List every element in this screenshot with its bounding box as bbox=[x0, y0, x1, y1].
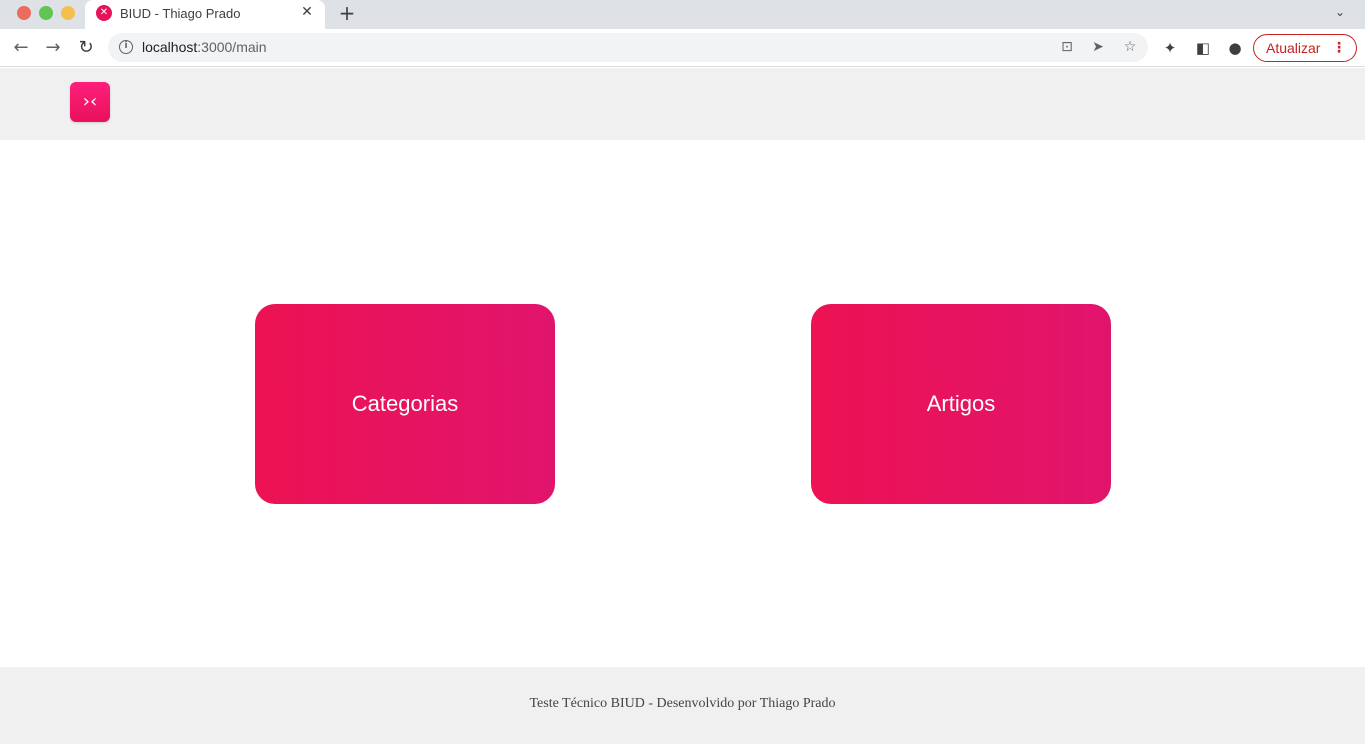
biud-logo-icon: ›‹ bbox=[82, 91, 98, 112]
send-tab-icon[interactable]: ➤ bbox=[1089, 38, 1107, 56]
update-button-label: Atualizar bbox=[1266, 40, 1321, 56]
url-path: :3000/main bbox=[197, 39, 267, 55]
bookmark-star-icon[interactable]: ☆ bbox=[1121, 38, 1139, 56]
close-window-button[interactable] bbox=[17, 6, 31, 20]
translate-icon[interactable]: ⊡ bbox=[1058, 38, 1076, 56]
maximize-window-button[interactable] bbox=[39, 6, 53, 20]
url-host: localhost bbox=[142, 39, 198, 55]
browser-toolbar: ← → ↻ i localhost:3000/main ⊡ ➤ ☆ ✦ ◧ ● … bbox=[0, 29, 1365, 67]
profile-avatar-icon[interactable]: ● bbox=[1225, 38, 1245, 58]
minimize-window-button[interactable] bbox=[61, 6, 75, 20]
side-panel-icon[interactable]: ◧ bbox=[1193, 38, 1213, 58]
page-footer: Teste Técnico BIUD - Desenvolvido por Th… bbox=[0, 667, 1365, 744]
site-info-icon[interactable]: i bbox=[119, 40, 133, 54]
tab-title: BIUD - Thiago Prado bbox=[120, 6, 241, 21]
categorias-card-label: Categorias bbox=[351, 391, 459, 416]
address-url[interactable]: localhost:3000/main bbox=[142, 39, 267, 55]
back-arrow-icon[interactable]: ← bbox=[10, 37, 32, 59]
address-bar[interactable]: i localhost:3000/main ⊡ ➤ ☆ bbox=[108, 33, 1148, 62]
artigos-card-button[interactable]: Artigos bbox=[811, 304, 1111, 504]
update-browser-button[interactable]: Atualizar ⋮ bbox=[1253, 34, 1357, 62]
biud-logo[interactable]: ›‹ bbox=[70, 82, 110, 122]
extensions-puzzle-icon[interactable]: ✦ bbox=[1160, 38, 1180, 58]
artigos-card-label: Artigos bbox=[926, 391, 996, 416]
categorias-card-button[interactable]: Categorias bbox=[255, 304, 555, 504]
app-header: ›‹ bbox=[0, 68, 1365, 140]
biud-favicon-icon: ✕ bbox=[96, 5, 112, 21]
reload-icon[interactable]: ↻ bbox=[75, 37, 97, 59]
browser-tabstrip: ✕ BIUD - Thiago Prado ✕ + ⌄ bbox=[0, 0, 1365, 30]
forward-arrow-icon[interactable]: → bbox=[42, 37, 64, 59]
tab-close-icon[interactable]: ✕ bbox=[299, 4, 315, 20]
tab-search-chevron-icon[interactable]: ⌄ bbox=[1335, 4, 1351, 20]
kebab-menu-icon: ⋮ bbox=[1332, 40, 1346, 56]
browser-tab-active[interactable]: ✕ BIUD - Thiago Prado ✕ bbox=[85, 0, 325, 30]
new-tab-button[interactable]: + bbox=[336, 2, 358, 24]
footer-credits: Teste Técnico BIUD - Desenvolvido por Th… bbox=[529, 696, 836, 711]
